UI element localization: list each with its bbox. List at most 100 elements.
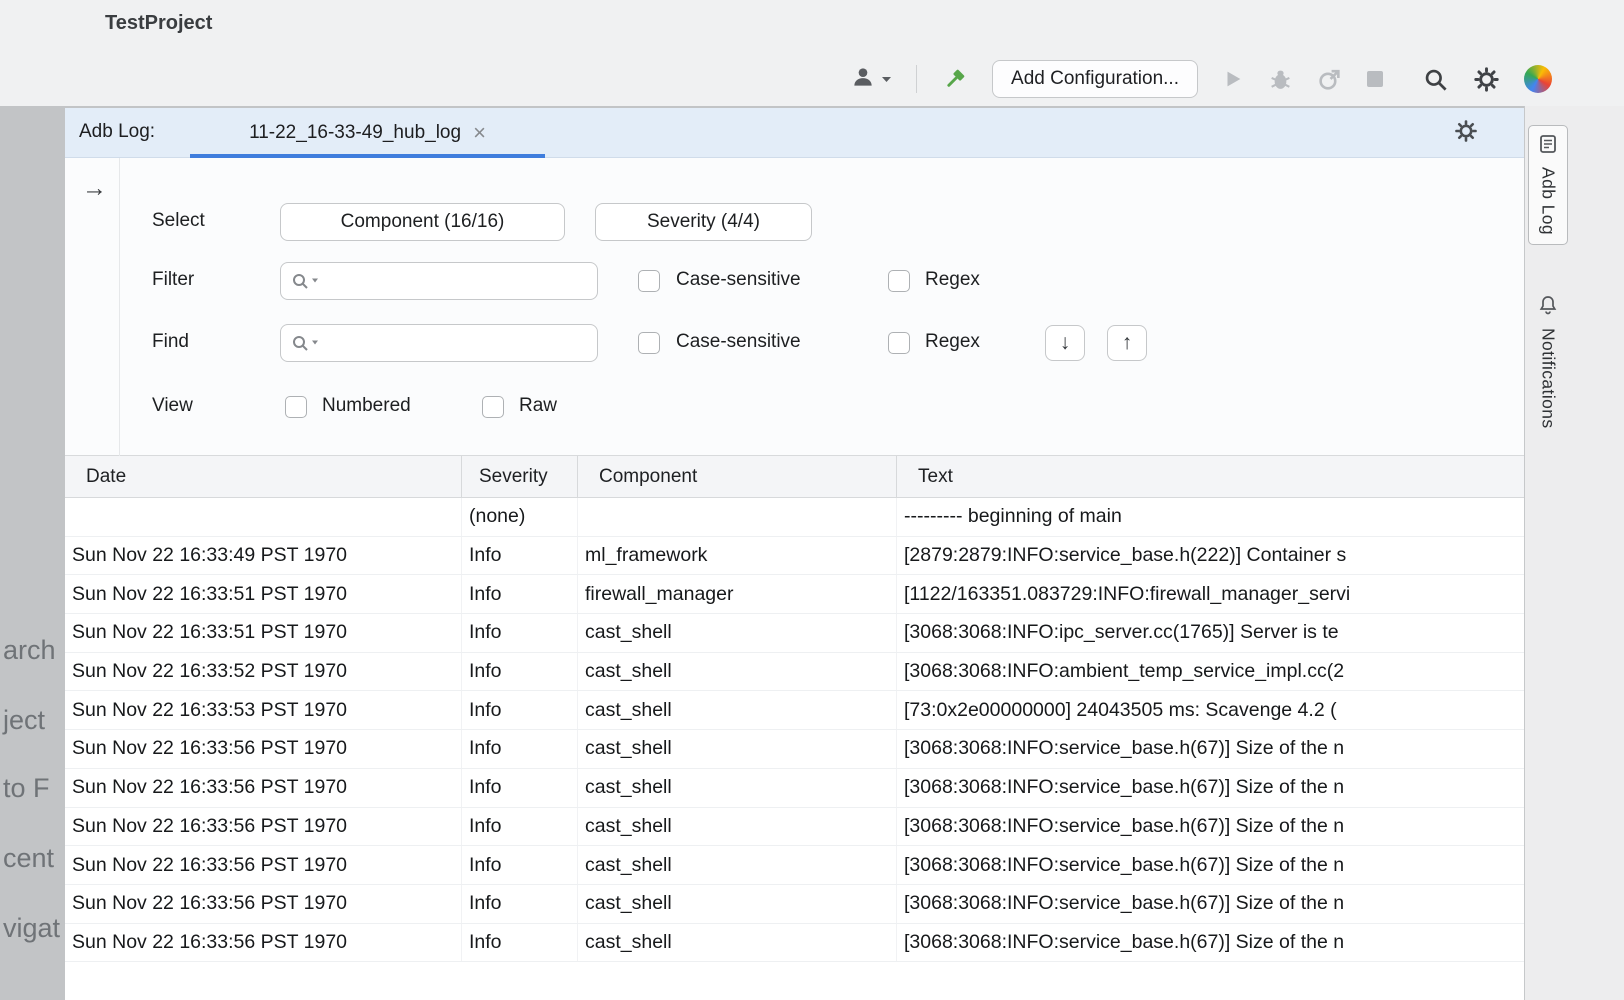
cell-text: [3068:3068:INFO:service_base.h(67)] Size… [897, 846, 1524, 884]
column-header-severity[interactable]: Severity [462, 456, 578, 497]
raw-label[interactable]: Raw [519, 395, 557, 417]
numbered-label[interactable]: Numbered [322, 395, 411, 417]
settings-button[interactable] [1473, 66, 1500, 93]
gradient-logo-button[interactable] [1524, 65, 1552, 93]
find-case-sensitive-checkbox[interactable] [638, 332, 660, 354]
gear-icon [1454, 119, 1478, 143]
find-regex-label[interactable]: Regex [925, 331, 980, 353]
table-row[interactable]: Sun Nov 22 16:33:52 PST 1970Infocast_she… [65, 653, 1524, 692]
find-input[interactable] [280, 324, 598, 362]
screen: TestProject Add Configuration... [0, 0, 1624, 1000]
run-button[interactable] [1222, 68, 1244, 90]
filter-regex-checkbox[interactable] [888, 270, 910, 292]
table-row[interactable]: Sun Nov 22 16:33:56 PST 1970Infocast_she… [65, 924, 1524, 963]
view-label: View [152, 395, 193, 417]
dimmed-background-text: vigat [3, 913, 60, 944]
tab-close-icon[interactable]: × [473, 122, 486, 144]
cell-text: --------- beginning of main [897, 498, 1524, 536]
table-row[interactable]: Sun Nov 22 16:33:51 PST 1970Infocast_she… [65, 614, 1524, 653]
titlebar: TestProject Add Configuration... [0, 0, 1624, 106]
stripe-notifications-button[interactable]: Notifications [1528, 287, 1568, 455]
find-regex-checkbox[interactable] [888, 332, 910, 354]
cell-text: [3068:3068:INFO:service_base.h(67)] Size… [897, 885, 1524, 923]
component-filter-button[interactable]: Component (16/16) [280, 203, 565, 241]
toolwindow-actions [1454, 108, 1506, 158]
table-row[interactable]: Sun Nov 22 16:33:53 PST 1970Infocast_she… [65, 691, 1524, 730]
dimmed-background-text: to F [3, 773, 50, 804]
user-profile-button[interactable] [850, 64, 892, 95]
toolbar-separator [916, 65, 917, 93]
stripe-notifications-label: Notifications [1538, 328, 1559, 429]
cell-severity: Info [462, 575, 578, 613]
stop-button[interactable] [1366, 70, 1384, 88]
filter-case-sensitive-checkbox[interactable] [638, 270, 660, 292]
table-row[interactable]: Sun Nov 22 16:33:56 PST 1970Infocast_she… [65, 846, 1524, 885]
table-row[interactable]: (none) --------- beginning of main [65, 498, 1524, 537]
filter-label: Filter [152, 269, 194, 291]
table-row[interactable]: Sun Nov 22 16:33:56 PST 1970Infocast_she… [65, 808, 1524, 847]
filter-input[interactable] [280, 262, 598, 300]
cell-component: cast_shell [578, 924, 897, 962]
cell-date: Sun Nov 22 16:33:51 PST 1970 [65, 614, 462, 652]
cell-component: cast_shell [578, 691, 897, 729]
log-table-header: Date Severity Component Text [65, 456, 1524, 498]
profiler-button[interactable] [1317, 67, 1342, 92]
table-row[interactable]: Sun Nov 22 16:33:51 PST 1970Infofirewall… [65, 575, 1524, 614]
column-header-date[interactable]: Date [65, 456, 462, 497]
gear-icon [1473, 66, 1500, 93]
play-icon [1222, 68, 1244, 90]
window-title: TestProject [105, 12, 212, 35]
select-label: Select [152, 210, 205, 232]
cell-severity: Info [462, 730, 578, 768]
find-case-sensitive-label[interactable]: Case-sensitive [676, 331, 801, 353]
cell-date: Sun Nov 22 16:33:53 PST 1970 [65, 691, 462, 729]
cell-text: [3068:3068:INFO:ambient_temp_service_imp… [897, 653, 1524, 691]
cell-severity: Info [462, 691, 578, 729]
cell-text: [3068:3068:INFO:service_base.h(67)] Size… [897, 730, 1524, 768]
main-toolbar: Add Configuration... [850, 56, 1552, 102]
table-row[interactable]: Sun Nov 22 16:33:49 PST 1970Infoml_frame… [65, 537, 1524, 576]
filter-panel: → Select Component (16/16) Severity (4/4… [65, 158, 1524, 456]
filter-regex-label[interactable]: Regex [925, 269, 980, 291]
cell-component: cast_shell [578, 846, 897, 884]
stripe-adb-log-button[interactable]: Adb Log [1528, 125, 1568, 245]
filter-case-sensitive-label[interactable]: Case-sensitive [676, 269, 801, 291]
cell-text: [3068:3068:INFO:service_base.h(67)] Size… [897, 924, 1524, 962]
panel-gutter: → [65, 158, 120, 456]
log-document-icon [1538, 134, 1558, 159]
numbered-checkbox[interactable] [285, 396, 307, 418]
log-tab[interactable]: 11-22_16-33-49_hub_log × [190, 108, 545, 158]
add-configuration-button[interactable]: Add Configuration... [992, 60, 1198, 98]
table-row[interactable]: Sun Nov 22 16:33:56 PST 1970Infocast_she… [65, 885, 1524, 924]
column-header-text[interactable]: Text [897, 456, 1524, 497]
find-next-button[interactable]: ↓ [1045, 325, 1085, 361]
table-row[interactable]: Sun Nov 22 16:33:56 PST 1970Infocast_she… [65, 730, 1524, 769]
cell-date: Sun Nov 22 16:33:56 PST 1970 [65, 924, 462, 962]
find-previous-button[interactable]: ↑ [1107, 325, 1147, 361]
cell-component: cast_shell [578, 614, 897, 652]
stop-icon [1366, 70, 1384, 88]
severity-filter-button[interactable]: Severity (4/4) [595, 203, 812, 241]
toolwindow-title: Adb Log: [79, 121, 155, 143]
toolwindow-settings-button[interactable] [1454, 119, 1478, 148]
cell-severity: (none) [462, 498, 578, 536]
debug-button[interactable] [1268, 67, 1293, 92]
dimmed-background-text: ject [3, 705, 45, 736]
cell-severity: Info [462, 537, 578, 575]
cell-component: cast_shell [578, 730, 897, 768]
toolwindow-header: Adb Log: 11-22_16-33-49_hub_log × [65, 108, 1524, 158]
workspace: arch ject to F cent vigat Adb Log Notifi… [0, 106, 1624, 1000]
cell-date: Sun Nov 22 16:33:51 PST 1970 [65, 575, 462, 613]
raw-checkbox[interactable] [482, 396, 504, 418]
table-row[interactable]: Sun Nov 22 16:33:56 PST 1970Infocast_she… [65, 769, 1524, 808]
search-everywhere-button[interactable] [1422, 66, 1449, 93]
cell-text: [73:0x2e00000000] 24043505 ms: Scavenge … [897, 691, 1524, 729]
build-hammer-button[interactable] [941, 66, 968, 93]
column-header-component[interactable]: Component [578, 456, 897, 497]
cell-severity: Info [462, 885, 578, 923]
tool-stripe: Adb Log Notifications [1524, 106, 1624, 1000]
collapse-arrow-icon[interactable]: → [82, 174, 107, 203]
cell-text: [3068:3068:INFO:service_base.h(67)] Size… [897, 769, 1524, 807]
cell-text: [3068:3068:INFO:ipc_server.cc(1765)] Ser… [897, 614, 1524, 652]
dimmed-background-text: cent [3, 843, 54, 874]
